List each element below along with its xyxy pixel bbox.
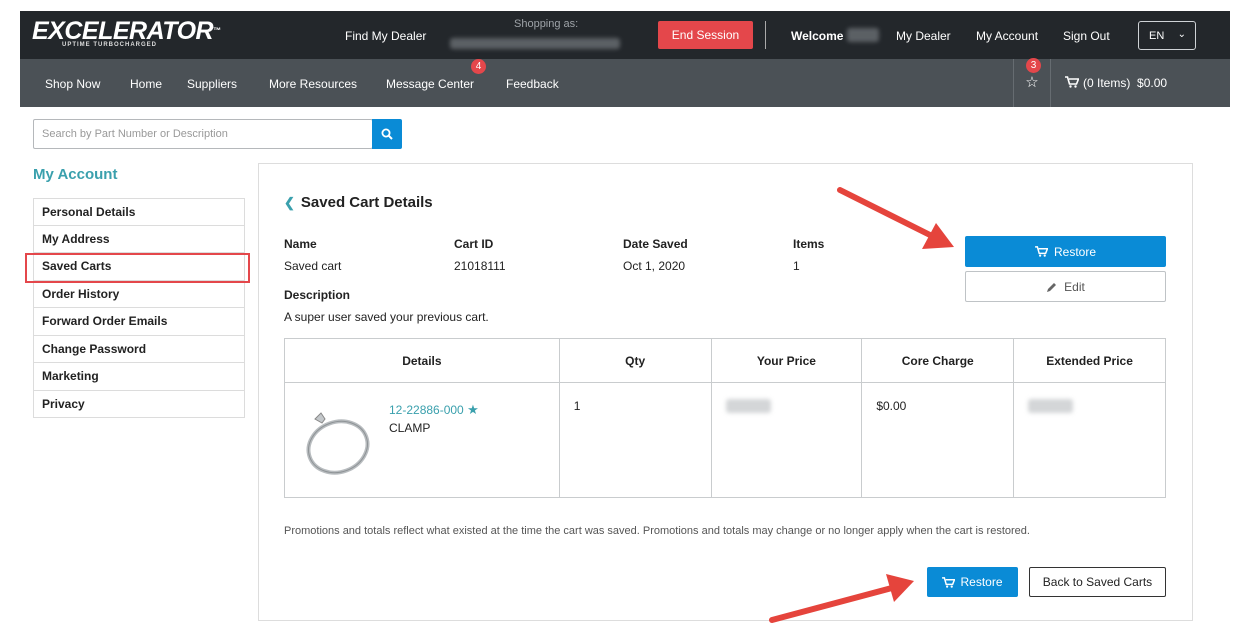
cart-summary[interactable]: (0 Items) $0.00 (1065, 76, 1167, 90)
favorite-star-icon[interactable]: ★ (467, 402, 479, 417)
sidebar-item-my-address[interactable]: My Address (33, 225, 245, 253)
core-charge-cell: $0.00 (861, 382, 1015, 498)
column-header-details: Details (284, 338, 560, 383)
part-number-link[interactable]: 12-22886-000 (389, 403, 464, 417)
cart-item-count: (0 Items) (1083, 76, 1131, 90)
cart-id-label: Cart ID (454, 237, 494, 251)
logo-trademark: ™ (213, 26, 221, 35)
star-outline-icon: ☆ (1025, 74, 1039, 91)
description-value: A super user saved your previous cart. (284, 310, 489, 324)
excelerator-logo[interactable]: EXCELERATOR™ UPTIME TURBOCHARGED (32, 17, 221, 49)
part-name: CLAMP (389, 421, 431, 435)
search-icon (381, 128, 393, 140)
nav-home[interactable]: Home (130, 77, 162, 91)
sidebar-item-change-password[interactable]: Change Password (33, 335, 245, 363)
redacted-user-name (847, 28, 879, 42)
cart-id-value: 21018111 (454, 259, 506, 273)
nav-more-resources[interactable]: More Resources (269, 77, 357, 91)
nav-feedback[interactable]: Feedback (506, 77, 559, 91)
restore-bottom-label: Restore (960, 575, 1003, 589)
chevron-down-icon: ⌄ (1177, 29, 1186, 40)
redacted-shopper-email (450, 38, 620, 49)
annotation-arrow-top (837, 187, 954, 249)
nav-shop-now[interactable]: Shop Now (45, 77, 100, 91)
nav-suppliers[interactable]: Suppliers (187, 77, 237, 91)
saved-carts-highlight-box (25, 253, 250, 283)
clamp-product-image[interactable] (301, 403, 375, 481)
cart-icon (1065, 76, 1080, 88)
message-count-badge: 4 (471, 59, 486, 74)
items-label: Items (793, 237, 825, 251)
nav-message-center[interactable]: Message Center (386, 77, 474, 91)
redacted-price (725, 399, 771, 413)
restore-label: Restore (1053, 244, 1097, 259)
language-selector[interactable]: EN ⌄ (1138, 21, 1196, 50)
date-saved-value: Oct 1, 2020 (623, 259, 686, 273)
description-label: Description (284, 288, 351, 302)
name-label: Name (284, 237, 317, 251)
find-dealer-link[interactable]: Find My Dealer (345, 29, 426, 43)
sidebar-item-personal-details[interactable]: Personal Details (33, 198, 245, 226)
qty-cell: 1 (558, 382, 712, 498)
sidebar-item-marketing[interactable]: Marketing (33, 363, 245, 391)
cart-icon (1035, 246, 1048, 257)
sidebar-title: My Account (33, 166, 118, 183)
sidebar-item-forward-order-emails[interactable]: Forward Order Emails (33, 308, 245, 336)
your-price-cell (710, 382, 863, 498)
welcome-label: Welcome (791, 29, 844, 43)
cart-name-value: Saved cart (284, 259, 342, 273)
wishlist-count-badge: 3 (1026, 58, 1041, 73)
table-row: 12-22886-000 ★ CLAMP 1 $0.00 (284, 382, 1166, 498)
back-chevron-icon[interactable]: ❮ (284, 195, 295, 210)
page-title: ❮ Saved Cart Details (284, 194, 433, 211)
edit-button[interactable]: Edit (965, 271, 1166, 302)
column-header-core-charge: Core Charge (861, 338, 1015, 383)
column-header-your-price: Your Price (710, 338, 863, 383)
top-header-bar: EXCELERATOR™ UPTIME TURBOCHARGED Find My… (20, 11, 1230, 59)
restore-button-top[interactable]: Restore (965, 236, 1166, 267)
pencil-icon (1047, 282, 1057, 292)
column-header-extended-price: Extended Price (1013, 338, 1166, 383)
cart-icon (942, 576, 956, 588)
my-dealer-link[interactable]: My Dealer (896, 29, 951, 43)
promotions-note: Promotions and totals reflect what exist… (284, 525, 1030, 537)
details-cell: 12-22886-000 ★ CLAMP (284, 382, 560, 498)
cart-total: $0.00 (1137, 76, 1168, 90)
edit-label: Edit (1064, 279, 1085, 294)
language-value: EN (1149, 29, 1165, 42)
sign-out-link[interactable]: Sign Out (1063, 29, 1110, 43)
sidebar-item-privacy[interactable]: Privacy (33, 390, 245, 418)
redacted-extended-price (1028, 399, 1074, 413)
table-header-row: Details Qty Your Price Core Charge Exten… (284, 338, 1166, 383)
extended-price-cell (1013, 382, 1166, 498)
cart-items-table: Details Qty Your Price Core Charge Exten… (284, 338, 1166, 498)
account-sidebar-menu: Personal Details My Address Saved Carts … (33, 198, 245, 418)
annotation-arrow-bottom (769, 574, 914, 623)
sidebar-item-order-history[interactable]: Order History (33, 280, 245, 308)
page-title-text: Saved Cart Details (300, 194, 433, 211)
main-nav-bar: Shop Now Home Suppliers More Resources M… (20, 58, 1230, 107)
search-input[interactable]: Search by Part Number or Description (33, 119, 373, 149)
restore-button-bottom[interactable]: Restore (927, 567, 1018, 597)
items-value: 1 (793, 259, 800, 273)
shopping-as-label: Shopping as: (514, 18, 579, 30)
column-header-qty: Qty (558, 338, 712, 383)
search-button[interactable] (372, 119, 402, 149)
end-session-button[interactable]: End Session (658, 21, 753, 49)
my-account-link[interactable]: My Account (976, 29, 1038, 43)
back-to-saved-carts-button[interactable]: Back to Saved Carts (1029, 567, 1166, 597)
date-saved-label: Date Saved (623, 237, 688, 251)
header-divider (765, 21, 766, 49)
logo-wordmark: EXCELERATOR (32, 17, 214, 45)
